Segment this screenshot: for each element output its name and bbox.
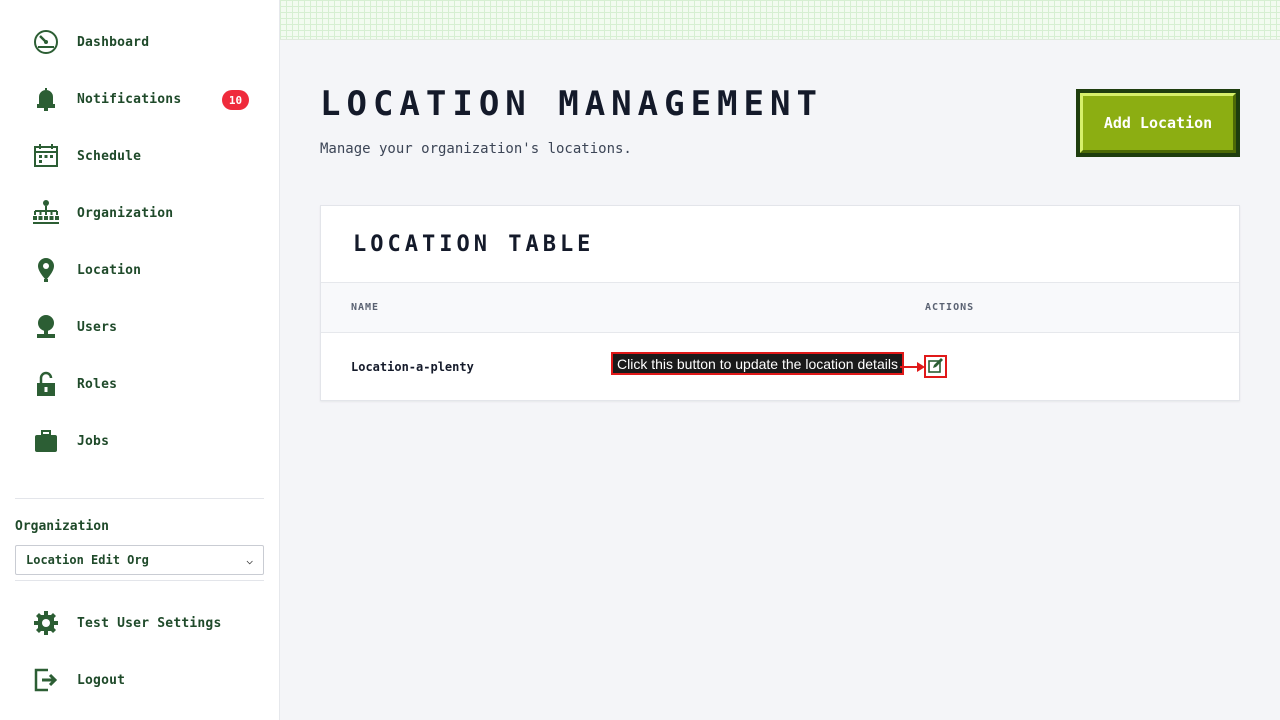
table-header: NAME ACTIONS <box>321 282 1239 333</box>
sidebar-item-label: Schedule <box>77 148 142 164</box>
sidebar-item-label: Roles <box>77 376 118 392</box>
column-header-name: NAME <box>351 302 380 313</box>
sidebar-item-label: Users <box>77 319 118 335</box>
organization-label: Organization <box>15 519 109 534</box>
calendar-icon <box>30 140 62 172</box>
sidebar-item-label: Location <box>77 262 142 278</box>
sidebar-item-location[interactable]: Location <box>30 250 264 290</box>
gear-icon <box>30 607 62 639</box>
sidebar-item-label: Organization <box>77 205 174 221</box>
sidebar-item-label: Notifications <box>77 91 182 107</box>
sidebar-divider <box>15 580 264 581</box>
logout-icon <box>30 664 62 696</box>
briefcase-icon <box>30 425 62 457</box>
padlock-icon <box>30 368 62 400</box>
sidebar-item-roles[interactable]: Roles <box>30 364 264 404</box>
sidebar-item-jobs[interactable]: Jobs <box>30 421 264 461</box>
sidebar-item-label: Jobs <box>77 433 110 449</box>
top-grid-banner <box>280 0 1280 40</box>
bell-icon <box>30 83 62 115</box>
organization-select-value: Location Edit Org <box>26 553 149 567</box>
sidebar-item-label: Logout <box>77 672 126 688</box>
sidebar-item-notifications[interactable]: Notifications 10 <box>30 79 264 119</box>
page-subtitle: Manage your organization's locations. <box>320 141 632 157</box>
sidebar-item-label: Dashboard <box>77 34 150 50</box>
organization-select[interactable]: Location Edit Org ⌵ <box>15 545 264 575</box>
map-pin-icon <box>30 254 62 286</box>
sidebar-divider <box>15 498 264 499</box>
add-location-button[interactable]: Add Location <box>1076 89 1240 157</box>
org-chart-icon <box>30 197 62 229</box>
dashboard-gauge-icon <box>30 26 62 58</box>
annotation-tooltip: Click this button to update the location… <box>611 352 904 375</box>
edit-icon <box>928 357 944 377</box>
edit-location-button[interactable] <box>925 356 947 378</box>
sidebar-item-users[interactable]: Users <box>30 307 264 347</box>
sidebar-item-organization[interactable]: Organization <box>30 193 264 233</box>
chevron-down-icon: ⌵ <box>246 553 253 567</box>
page-title: LOCATION MANAGEMENT <box>320 84 823 124</box>
location-name-cell: Location-a-plenty <box>351 360 474 374</box>
sidebar-item-label: Test User Settings <box>77 615 222 631</box>
sidebar-item-dashboard[interactable]: Dashboard <box>30 22 264 62</box>
sidebar-item-partial[interactable] <box>30 478 264 492</box>
add-location-button-label: Add Location <box>1080 93 1236 153</box>
annotation-arrow-icon <box>900 362 925 372</box>
sidebar-nav[interactable]: Dashboard Notifications 10 Schedule Orga… <box>0 0 279 492</box>
sidebar-item-settings[interactable]: Test User Settings <box>30 603 264 643</box>
user-icon <box>30 311 62 343</box>
notification-count-badge: 10 <box>222 90 249 110</box>
sidebar-item-schedule[interactable]: Schedule <box>30 136 264 176</box>
column-header-actions: ACTIONS <box>925 302 975 313</box>
sidebar: Dashboard Notifications 10 Schedule Orga… <box>0 0 280 720</box>
partial-icon <box>30 482 62 492</box>
sidebar-item-logout[interactable]: Logout <box>30 660 264 700</box>
table-title: LOCATION TABLE <box>353 232 595 257</box>
